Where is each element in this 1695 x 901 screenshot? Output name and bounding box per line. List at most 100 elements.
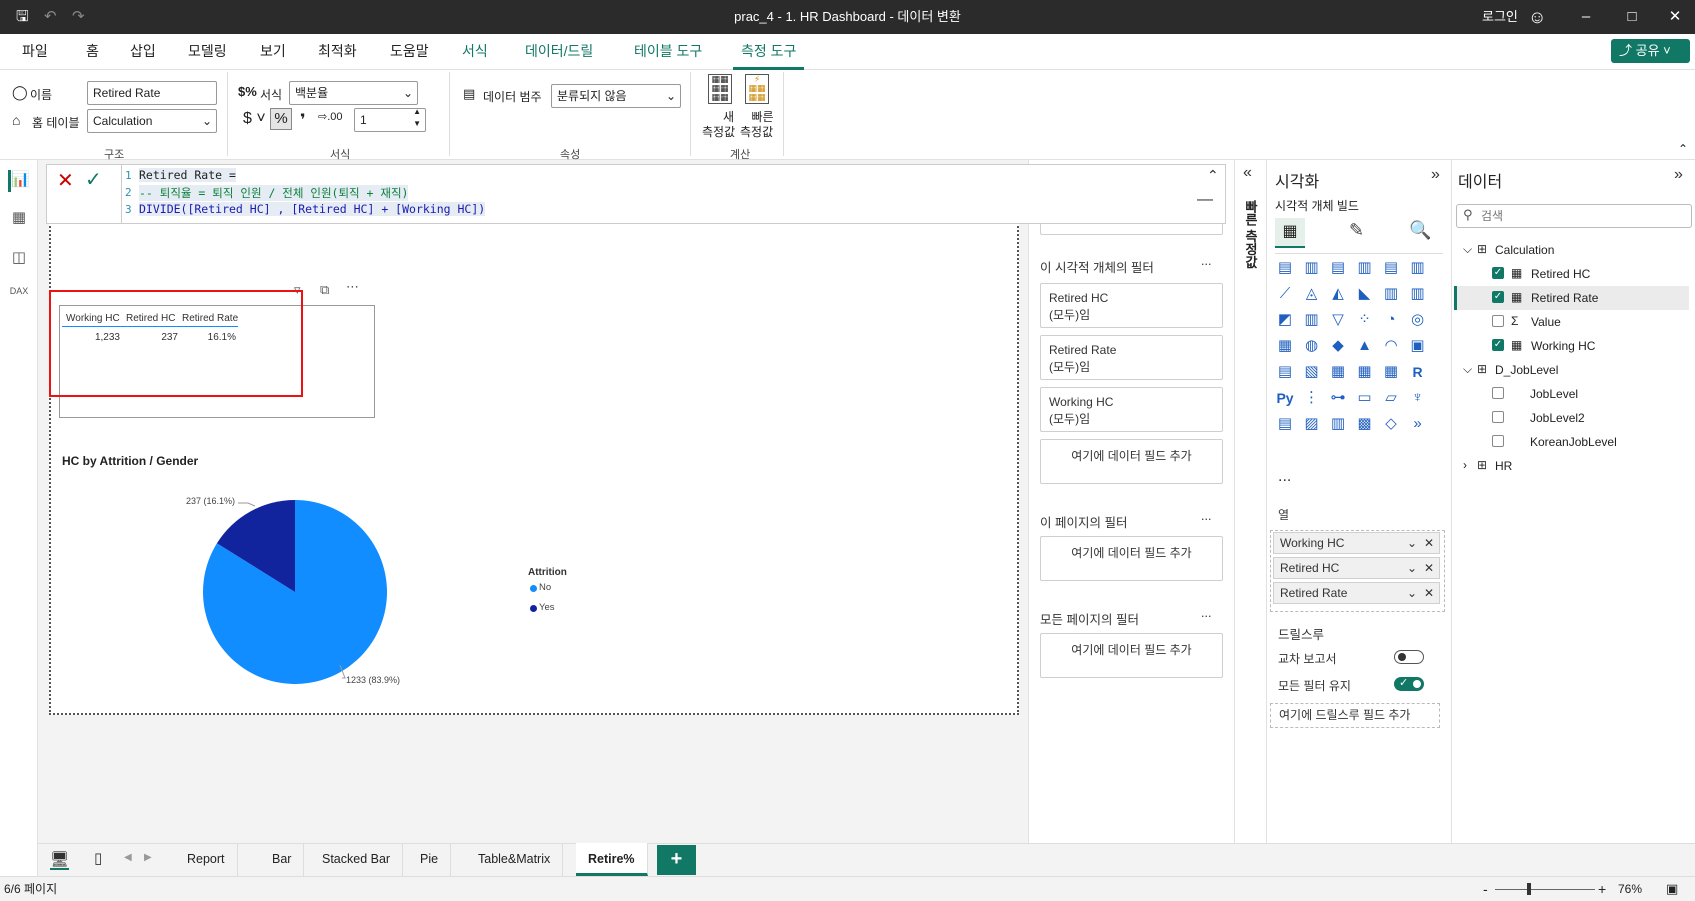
chevron-down-icon[interactable]: ⌄ [1407, 558, 1417, 578]
dax-query-icon[interactable]: DAX [8, 286, 30, 308]
formula-line-1[interactable]: Retired Rate = [139, 168, 236, 182]
commit-formula-icon[interactable]: ✓ [85, 167, 102, 192]
tab-measure-tools[interactable]: 측정 도구 [733, 34, 805, 70]
home-table-select[interactable]: Calculation ⌄ [87, 109, 217, 133]
minimize-formula-icon[interactable]: — [1197, 191, 1213, 209]
column-well-item[interactable]: Retired Rate ⌄ ✕ [1273, 582, 1440, 604]
donut-icon[interactable]: ◔ [1380, 309, 1402, 331]
data-category-select[interactable]: 분류되지 않음 ⌄ [551, 84, 681, 108]
power-apps-icon[interactable]: ▨ [1301, 413, 1323, 435]
scroll-right-icon[interactable]: ▶ [144, 852, 152, 863]
smart-narrative-icon[interactable]: ▱ [1380, 387, 1402, 409]
desktop-layout-icon[interactable]: 🖥 [50, 850, 70, 870]
page-tab-pie[interactable]: Pie [408, 843, 452, 876]
share-button[interactable]: ⤴ 공유 ˅ [1611, 39, 1690, 63]
decimal-icon[interactable]: ⇨.00 [318, 110, 343, 123]
stacked-area-icon[interactable]: ◭ [1327, 283, 1349, 305]
100-column-icon[interactable]: ▥ [1407, 257, 1429, 279]
field-name[interactable]: Retired HC [1531, 267, 1590, 281]
expand-table-icon[interactable]: › [1463, 458, 1467, 472]
field-name[interactable]: KoreanJobLevel [1530, 435, 1617, 449]
cancel-formula-icon[interactable]: ✕ [57, 168, 74, 193]
page-tab-report[interactable]: Report [175, 843, 238, 876]
calculator-icon[interactable]: ▦▦ ▦▦ ▦▦ [708, 74, 732, 104]
filter-card-working-hc[interactable]: Working HC (모두)임 [1040, 387, 1223, 432]
shape-map-icon[interactable]: ◆ [1327, 335, 1349, 357]
scatter-icon[interactable]: ▽ [1327, 309, 1349, 331]
field-checkbox[interactable] [1492, 387, 1504, 399]
remove-field-icon[interactable]: ✕ [1424, 558, 1434, 578]
tab-file[interactable]: 파일 [14, 34, 56, 70]
pie-icon[interactable]: ⁘ [1354, 309, 1376, 331]
funnel-icon[interactable]: ▥ [1301, 309, 1323, 331]
python-visual-icon[interactable]: Py [1274, 387, 1296, 409]
column-well-item[interactable]: Working HC ⌄ ✕ [1273, 532, 1440, 554]
stacked-bar-icon[interactable]: ▤ [1274, 257, 1296, 279]
tab-optimize[interactable]: 최적화 [310, 34, 365, 70]
zoom-slider-track[interactable] [1495, 889, 1595, 890]
cross-report-toggle[interactable] [1394, 650, 1424, 664]
pie-chart[interactable] [180, 480, 420, 700]
key-influencers-icon[interactable]: ⋮ [1301, 387, 1323, 409]
login-link[interactable]: 로그인 [1482, 0, 1518, 34]
ribbon-chart-icon[interactable]: ◣ [1354, 283, 1376, 305]
collapse-right-icon[interactable]: » [1431, 166, 1440, 184]
maximize-icon[interactable]: □ [1609, 0, 1655, 34]
tab-insert[interactable]: 삽입 [122, 34, 164, 70]
quick-measure-button[interactable]: 빠른 측정값 [740, 110, 779, 140]
focus-mode-icon[interactable]: ⧉ [320, 282, 329, 298]
format-visual-icon[interactable]: ✎ [1349, 220, 1364, 241]
qa-icon[interactable]: ▭ [1354, 387, 1376, 409]
expand-table-icon[interactable]: ⌵ [1463, 362, 1472, 377]
paginated-icon[interactable]: ▤ [1274, 413, 1296, 435]
remove-field-icon[interactable]: ✕ [1424, 533, 1434, 553]
formula-line-2[interactable]: -- 퇴직율 = 퇴직 인원 / 전체 인원(퇴직 + 재직) [139, 185, 409, 201]
filter-card-retired-rate[interactable]: Retired Rate (모두)임 [1040, 335, 1223, 380]
table-name[interactable]: D_JobLevel [1495, 363, 1558, 377]
add-page-button[interactable]: + [657, 845, 696, 875]
report-view-icon[interactable]: 📊 [8, 170, 30, 192]
metrics-icon[interactable]: ♆ [1407, 387, 1429, 409]
search-input[interactable] [1481, 207, 1681, 225]
account-icon[interactable]: ☺ [1528, 0, 1546, 34]
data-search-field[interactable]: ⚲ [1456, 204, 1692, 228]
page-tab-stacked-bar[interactable]: Stacked Bar [310, 843, 404, 876]
clustered-bar-icon[interactable]: ▤ [1327, 257, 1349, 279]
scroll-left-icon[interactable]: ◀ [124, 852, 132, 863]
measure-name-input[interactable]: Retired Rate [87, 81, 217, 105]
currency-icon[interactable]: $ ˅ [243, 110, 266, 128]
legend-item-no[interactable]: No [539, 582, 551, 593]
tab-table-tools[interactable]: 테이블 도구 [626, 34, 710, 70]
more-options-icon[interactable]: ... [1201, 509, 1211, 523]
field-checkbox[interactable]: ✓ [1492, 291, 1504, 303]
model-view-icon[interactable]: ◫ [8, 248, 30, 270]
zoom-out-icon[interactable]: - [1483, 877, 1488, 901]
tab-modeling[interactable]: 모델링 [180, 34, 235, 70]
slicer-icon[interactable]: ▦ [1327, 361, 1349, 383]
area-chart-icon[interactable]: ◬ [1301, 283, 1323, 305]
decomposition-tree-icon[interactable]: ⊶ [1327, 387, 1349, 409]
table-name[interactable]: Calculation [1495, 243, 1554, 257]
clustered-column-icon[interactable]: ▥ [1354, 257, 1376, 279]
zoom-in-icon[interactable]: + [1598, 877, 1606, 901]
card-icon[interactable]: ▣ [1407, 335, 1429, 357]
analytics-icon[interactable]: 🔍 [1409, 220, 1431, 241]
quick-measure-strip[interactable]: « 빠른 측정값 [1234, 160, 1266, 843]
more-visuals-icon[interactable]: ... [1278, 468, 1291, 486]
quick-measure-icon[interactable]: ⚡ ▦▦ ▦▦ [745, 74, 769, 104]
table-name[interactable]: HR [1495, 459, 1512, 473]
stacked-column-icon[interactable]: ▥ [1301, 257, 1323, 279]
drillthrough-dropzone[interactable]: 여기에 드릴스루 필드 추가 [1270, 703, 1440, 728]
build-visual-icon[interactable]: ▦ [1275, 218, 1305, 248]
multi-row-card-icon[interactable]: ▤ [1274, 361, 1296, 383]
add-visual-filter-dropzone[interactable]: 여기에 데이터 필드 추가 [1040, 439, 1223, 484]
page-tab-table-matrix[interactable]: Table&Matrix [466, 843, 564, 876]
gauge-icon[interactable]: ◠ [1380, 335, 1402, 357]
expand-left-icon[interactable]: « [1243, 164, 1252, 182]
waterfall-icon[interactable]: ▥ [1380, 283, 1402, 305]
line-stacked-icon[interactable]: ◩ [1274, 309, 1296, 331]
diamond-icon[interactable]: ◇ [1380, 413, 1402, 435]
chevron-down-icon[interactable]: ⌄ [1407, 583, 1417, 603]
line-column-icon[interactable]: ▥ [1407, 283, 1429, 305]
table-view-icon[interactable]: ▦ [8, 208, 30, 230]
